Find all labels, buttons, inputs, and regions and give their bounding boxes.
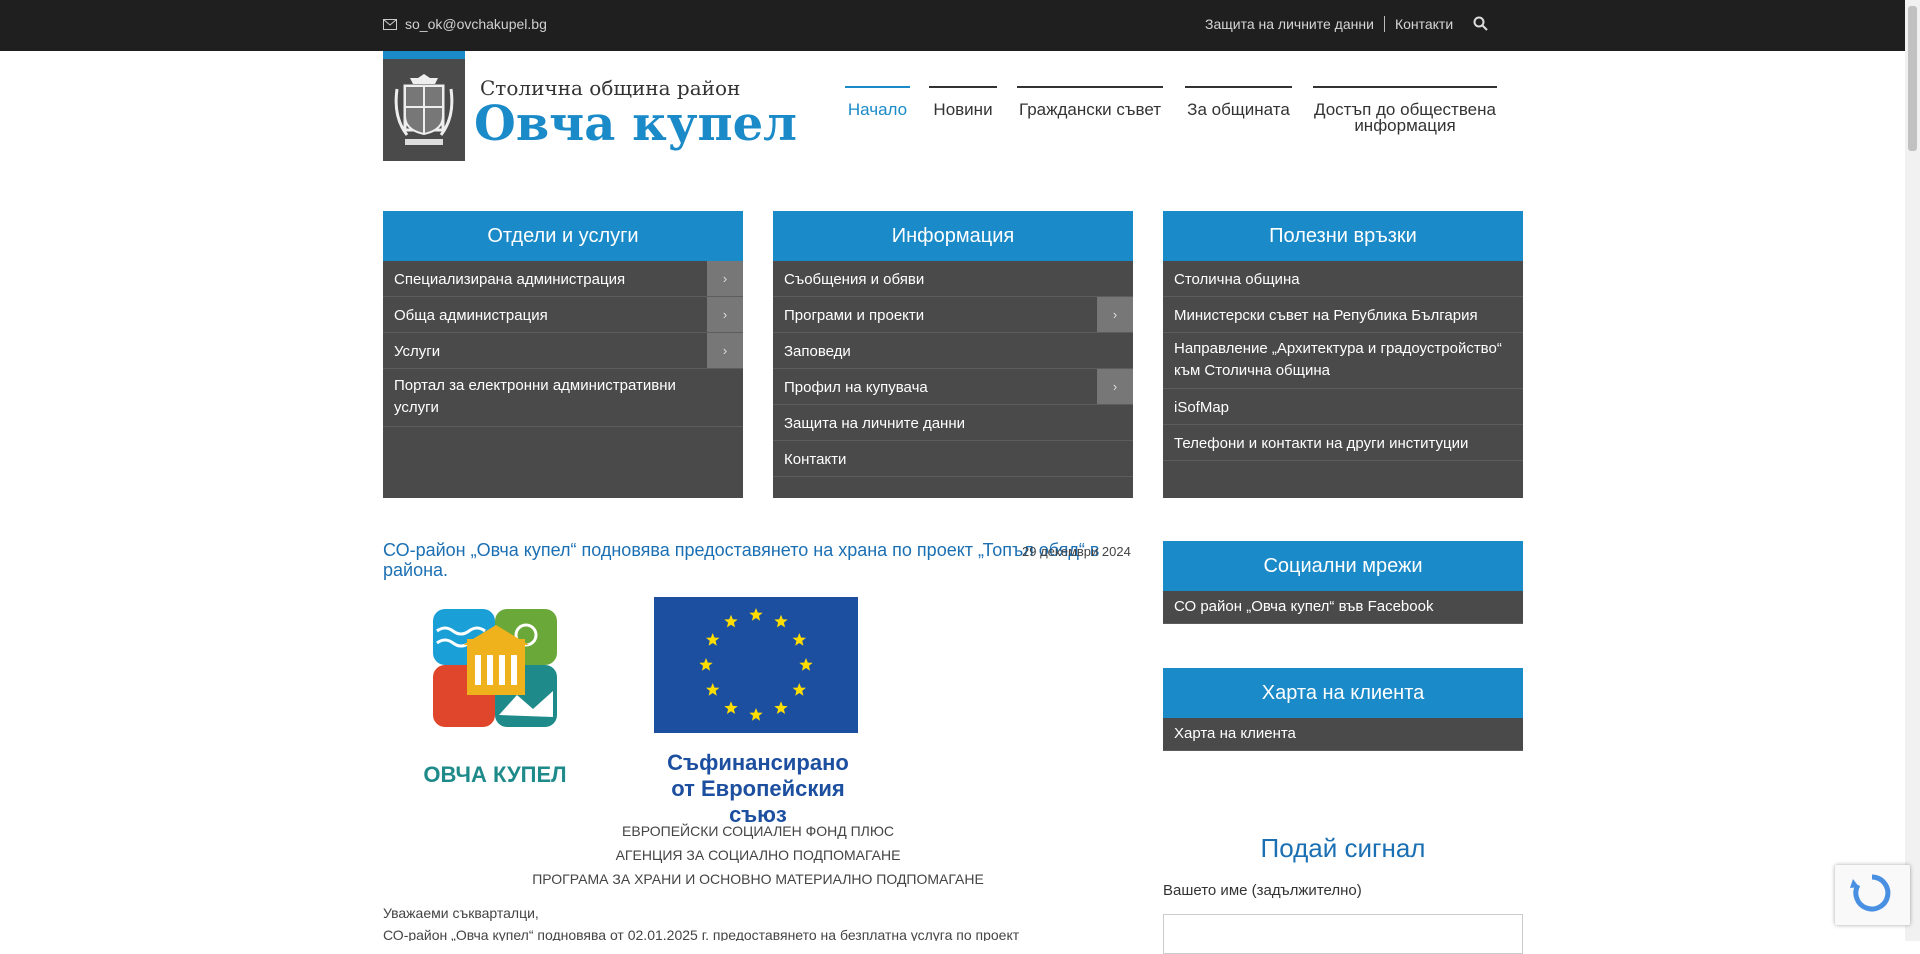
- menu-item[interactable]: Съобщения и обяви: [773, 261, 1133, 297]
- nav-home[interactable]: Начало: [845, 86, 910, 118]
- report-title: Подай сигнал: [1260, 833, 1426, 863]
- menu-item[interactable]: Телефони и контакти на други институции: [1163, 425, 1523, 461]
- menu-item-label: Профил на купувача: [784, 379, 928, 396]
- nav-civic-council[interactable]: Граждански съвет: [1017, 86, 1163, 118]
- menu-item-label: Контакти: [784, 451, 847, 468]
- panel-title: Харта на клиента: [1163, 668, 1523, 718]
- panel-title: Социални мрежи: [1163, 541, 1523, 591]
- emblem-caption: ОВЧА КУПЕЛ: [423, 762, 567, 787]
- menu-item-label: Услуги: [394, 343, 441, 360]
- panel-title: Отдели и услуги: [383, 211, 743, 261]
- menu-item[interactable]: iSofMap: [1163, 389, 1523, 425]
- recaptcha-badge[interactable]: [1835, 865, 1910, 925]
- email-link[interactable]: so_ok@ovchakupel.bg: [383, 16, 547, 32]
- name-label: Вашето име (задължително): [1163, 882, 1362, 899]
- menu-item-label: Направление „Архитектура и градоустройст…: [1174, 340, 1502, 379]
- text-line: ПРОГРАМА ЗА ХРАНИ И ОСНОВНО МАТЕРИАЛНО П…: [532, 871, 984, 887]
- search-icon[interactable]: [1473, 16, 1488, 31]
- info-panel: Информация Съобщения и обяви Програми и …: [773, 211, 1133, 498]
- menu-item[interactable]: Програми и проекти ›: [773, 297, 1133, 333]
- eu-cofunded-logo: Съфинансирано от Европейския съюз: [653, 597, 871, 827]
- text-line: ЕВРОПЕЙСКИ СОЦИАЛЕН ФОНД ПЛЮС: [622, 823, 894, 839]
- nav-about[interactable]: За общината: [1185, 86, 1292, 118]
- menu-item[interactable]: Контакти: [773, 441, 1133, 477]
- menu-item-label: Харта на клиента: [1174, 725, 1296, 742]
- departments-panel: Отдели и услуги Специализирана администр…: [383, 211, 743, 498]
- nav-news-label: Новини: [933, 100, 993, 119]
- eu-flag-icon: [654, 597, 858, 733]
- menu-item-label: Програми и проекти: [784, 307, 925, 324]
- news-date: 29 декември 2024: [1022, 544, 1131, 559]
- menu-item-label: Заповеди: [784, 343, 851, 360]
- news-title[interactable]: СО-район „Овча купел“ подновява предоста…: [383, 540, 1133, 580]
- nav-about-label: За общината: [1187, 100, 1290, 119]
- menu-item-label: Портал за електронни административни усл…: [394, 377, 676, 416]
- menu-item[interactable]: Министерски съвет на Република България: [1163, 297, 1523, 333]
- recaptcha-icon: [1850, 874, 1891, 912]
- nav-public-info-label: Достъп до обществена информация: [1314, 100, 1496, 135]
- menu-item[interactable]: Услуги ›: [383, 333, 743, 369]
- email-text: so_ok@ovchakupel.bg: [405, 16, 547, 32]
- menu-item-label: Телефони и контакти на други институции: [1174, 435, 1469, 452]
- menu-item[interactable]: Харта на клиента: [1163, 718, 1523, 751]
- chevron-right-icon[interactable]: ›: [707, 333, 743, 368]
- menu-item[interactable]: СО район „Овча купел“ във Facebook: [1163, 591, 1523, 624]
- ovcha-kupel-emblem: ОВЧА КУПЕЛ: [415, 605, 575, 787]
- menu-item-label: Съобщения и обяви: [784, 271, 925, 288]
- panel-title: Информация: [773, 211, 1133, 261]
- body-text: СО-район „Овча купел“ подновява от 02.01…: [383, 927, 1020, 941]
- menu-item-label: Обща администрация: [394, 307, 548, 324]
- useful-links-panel: Полезни връзки Столична община Министерс…: [1163, 211, 1523, 498]
- menu-item[interactable]: Специализирана администрация ›: [383, 261, 743, 297]
- panel-title: Полезни връзки: [1163, 211, 1523, 261]
- menu-item-label: Министерски съвет на Република България: [1174, 307, 1478, 324]
- nav-civic-council-label: Граждански съвет: [1018, 100, 1162, 119]
- nav-home-label: Начало: [847, 100, 908, 119]
- contacts-link[interactable]: Контакти: [1395, 16, 1453, 32]
- social-panel: Социални мрежи СО район „Овча купел“ във…: [1163, 541, 1523, 624]
- menu-item-label: Специализирана администрация: [394, 271, 626, 288]
- envelope-icon: [383, 18, 397, 30]
- news-title-text[interactable]: СО-район „Овча купел“ подновява предоста…: [383, 540, 1099, 580]
- name-input[interactable]: [1163, 914, 1523, 954]
- menu-item[interactable]: Профил на купувача ›: [773, 369, 1133, 405]
- nav-news[interactable]: Новини: [929, 86, 997, 118]
- menu-item[interactable]: Защита на личните данни: [773, 405, 1133, 441]
- menu-item-label: СО район „Овча купел“ във Facebook: [1174, 598, 1434, 615]
- scrollbar-thumb[interactable]: [1908, 6, 1917, 151]
- nav-public-info[interactable]: Достъп до обществена информация: [1313, 86, 1497, 134]
- chevron-right-icon[interactable]: ›: [707, 261, 743, 296]
- menu-item[interactable]: Столична община: [1163, 261, 1523, 297]
- menu-item[interactable]: Обща администрация ›: [383, 297, 743, 333]
- chevron-right-icon[interactable]: ›: [1097, 297, 1133, 332]
- top-bar: so_ok@ovchakupel.bg Защита на личните да…: [0, 0, 1905, 51]
- chevron-right-icon[interactable]: ›: [707, 297, 743, 332]
- charter-panel: Харта на клиента Харта на клиента: [1163, 668, 1523, 751]
- divider: [1383, 16, 1385, 32]
- chevron-right-icon[interactable]: ›: [1097, 369, 1133, 404]
- menu-item[interactable]: Направление „Архитектура и градоустройст…: [1163, 333, 1523, 389]
- eu-caption: Съфинансирано от Европейския съюз: [667, 750, 849, 827]
- menu-item[interactable]: Портал за електронни административни усл…: [383, 369, 743, 427]
- greeting-text: Уважаеми съкварталци,: [383, 905, 539, 921]
- privacy-link[interactable]: Защита на личните данни: [1205, 16, 1374, 32]
- menu-item-label: iSofMap: [1174, 399, 1230, 416]
- menu-item-label: Защита на личните данни: [784, 415, 965, 432]
- district-emblem-icon: [433, 609, 557, 727]
- menu-item-label: Столична община: [1174, 271, 1300, 288]
- main-nav: Начало Новини Граждански съвет За община…: [0, 86, 1900, 146]
- scrollbar[interactable]: [1905, 0, 1920, 941]
- menu-item[interactable]: Заповеди: [773, 333, 1133, 369]
- text-line: АГЕНЦИЯ ЗА СОЦИАЛНО ПОДПОМАГАНЕ: [615, 847, 901, 863]
